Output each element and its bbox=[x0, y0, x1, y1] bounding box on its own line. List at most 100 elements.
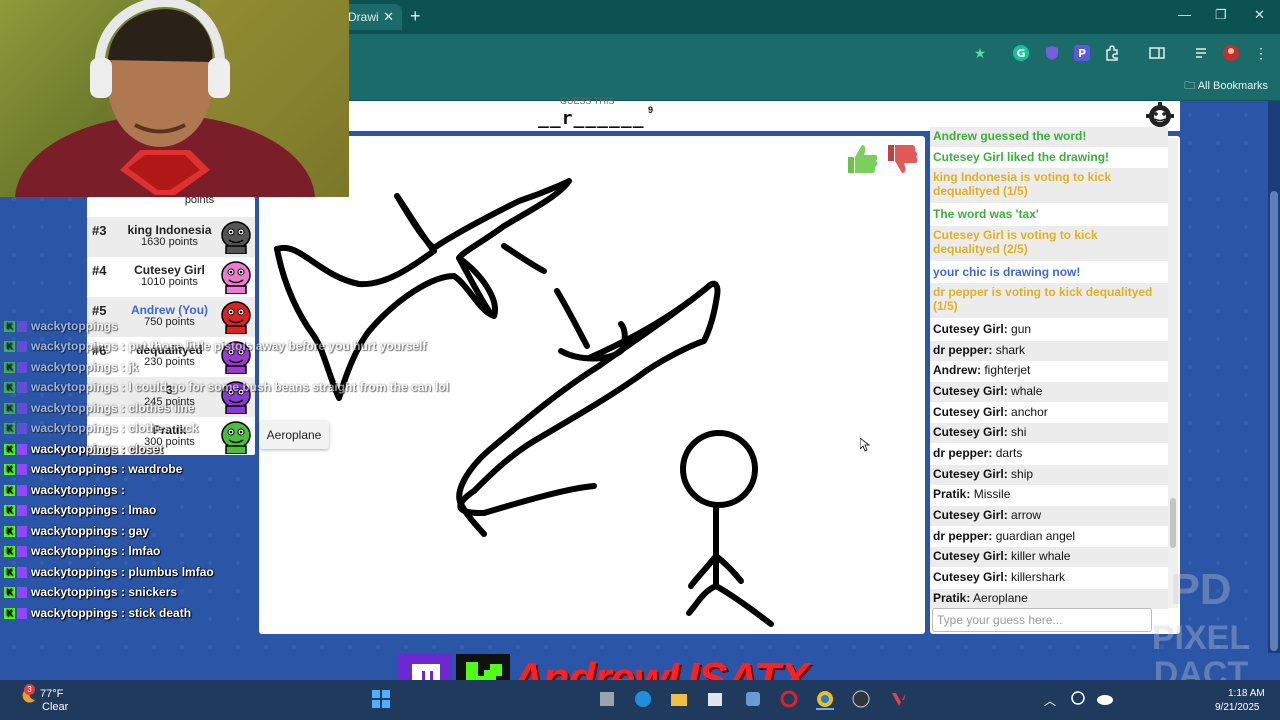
clock-time[interactable]: 1:18 AM bbox=[1228, 688, 1265, 699]
browser-tab[interactable]: Drawi ✕ bbox=[340, 4, 402, 30]
stream-chat-line: Kwackytoppings : I could go for some bus… bbox=[4, 380, 449, 394]
chat-message: Andrew: fighterjet bbox=[930, 361, 1168, 381]
maximize-button[interactable]: ❐ bbox=[1215, 7, 1227, 23]
clock-date[interactable]: 9/21/2025 bbox=[1215, 702, 1260, 713]
system-message-text: Cutesey Girl liked the drawing! bbox=[933, 150, 1110, 164]
stream-chat-text: : closet bbox=[121, 441, 164, 456]
opera-icon[interactable] bbox=[780, 690, 798, 708]
chat-username: Cutesey Girl: bbox=[933, 549, 1008, 563]
browser-menu-icon[interactable]: ⋮ bbox=[1252, 44, 1270, 62]
tray-sync-icon[interactable] bbox=[1070, 690, 1086, 706]
chat-message: Cutesey Girl: arrow bbox=[930, 506, 1168, 526]
minimize-button[interactable]: — bbox=[1178, 7, 1191, 22]
file-explorer-icon[interactable] bbox=[670, 690, 688, 708]
chat-guess-text: Aeroplane bbox=[973, 591, 1028, 605]
twitch-icon bbox=[17, 361, 27, 373]
chat-message: king Indonesia is voting to kick dequali… bbox=[930, 168, 1168, 203]
chat-username: Cutesey Girl: bbox=[933, 570, 1008, 584]
weather-icon[interactable]: 3 bbox=[18, 684, 38, 706]
chat-message: dr pepper is voting to kick dequalityed … bbox=[930, 283, 1168, 318]
close-window-button[interactable]: ✕ bbox=[1254, 7, 1265, 23]
player-row[interactable]: #4 Cutesey Girl 1010 points bbox=[87, 257, 255, 297]
kick-icon: K bbox=[4, 566, 15, 578]
system-message-text: The word was 'tax' bbox=[933, 207, 1039, 221]
weather-temp: 77°F bbox=[40, 688, 64, 700]
taskbar-app-icon[interactable] bbox=[598, 690, 616, 708]
chat-username: Pratik: bbox=[933, 487, 971, 501]
chat-guess-text: darts bbox=[995, 446, 1023, 460]
chat-username: Andrew: bbox=[933, 363, 981, 377]
media-control-icon[interactable] bbox=[1193, 44, 1211, 62]
twitch-icon bbox=[17, 423, 27, 435]
bookmark-star-icon[interactable]: ★ bbox=[971, 44, 989, 62]
player-avatar bbox=[220, 260, 252, 295]
webcam-overlay bbox=[0, 0, 349, 197]
stream-chat-user: wackytoppings bbox=[31, 400, 118, 415]
stream-chat-line: Kwackytoppings : plumbus lmfao bbox=[4, 565, 214, 579]
stream-chat-user: wackytoppings bbox=[31, 523, 118, 538]
chat-username: Cutesey Girl: bbox=[933, 322, 1008, 336]
player-row[interactable]: #3 king Indonesia 1630 points bbox=[87, 217, 255, 257]
guess-tooltip: Aeroplane bbox=[259, 421, 329, 449]
player-name: king Indonesia bbox=[127, 223, 212, 237]
thumbs-up-icon[interactable] bbox=[844, 141, 880, 177]
shield-extension-icon[interactable] bbox=[1043, 44, 1061, 62]
kick-icon: K bbox=[4, 321, 15, 333]
stream-chat-user: wackytoppings bbox=[31, 462, 118, 476]
weather-condition: Clear bbox=[42, 701, 69, 713]
extensions-puzzle-icon[interactable] bbox=[1103, 44, 1121, 62]
new-tab-button[interactable]: + bbox=[410, 6, 421, 27]
chat-username: Cutesey Girl: bbox=[933, 425, 1008, 439]
obs-icon[interactable] bbox=[852, 690, 870, 708]
store-icon[interactable] bbox=[706, 690, 724, 708]
twitch-icon bbox=[17, 587, 27, 599]
guess-input[interactable]: Type your guess here... bbox=[932, 608, 1152, 632]
chat-message: Cutesey Girl liked the drawing! bbox=[930, 148, 1168, 168]
system-message-text: Cutesey Girl is voting to kick dequality… bbox=[933, 228, 1098, 256]
chat-message: Cutesey Girl: shi bbox=[930, 423, 1168, 443]
tray-chevron-up-icon[interactable]: ︿ bbox=[1044, 692, 1056, 709]
chat-scrollbar[interactable] bbox=[1168, 138, 1178, 608]
chat-guess-text: killer whale bbox=[1011, 549, 1071, 563]
windows-start-icon[interactable] bbox=[372, 690, 390, 708]
twitch-icon bbox=[17, 402, 27, 414]
chat-username: dr pepper: bbox=[933, 446, 993, 460]
side-panel-icon[interactable] bbox=[1148, 44, 1166, 62]
player-points: 1630 points bbox=[141, 236, 198, 248]
grammarly-extension-icon[interactable]: G bbox=[1012, 44, 1030, 62]
tab-close-icon[interactable]: ✕ bbox=[383, 4, 394, 30]
thumbs-down-icon[interactable] bbox=[884, 141, 920, 177]
stream-chat-line: Kwackytoppings : gay bbox=[4, 524, 149, 538]
valorant-icon[interactable] bbox=[890, 690, 908, 708]
stream-chat-line: Kwackytoppings : stick death bbox=[4, 606, 191, 620]
edge-browser-icon[interactable] bbox=[634, 690, 652, 708]
onedrive-cloud-icon[interactable] bbox=[1096, 690, 1114, 706]
stream-chat-text: : put those little pistols away before y… bbox=[121, 339, 427, 353]
chat-guess-text: Missile bbox=[973, 487, 1011, 501]
stream-chat-text: : wardrobe bbox=[121, 462, 183, 476]
word-hint: __r______ bbox=[538, 108, 645, 129]
taskbar-app-icon[interactable] bbox=[744, 690, 762, 708]
chat-scrollbar-thumb[interactable] bbox=[1170, 498, 1176, 548]
stream-chat-line: Kwackytoppings : clothes line bbox=[4, 401, 194, 415]
chat-guess-text: killershark bbox=[1011, 570, 1066, 584]
stream-chat-text: : gay bbox=[121, 523, 150, 538]
settings-gear-icon[interactable] bbox=[1143, 102, 1177, 130]
kick-icon: K bbox=[4, 402, 15, 414]
chat-message: Pratik: Missile bbox=[930, 485, 1168, 505]
all-bookmarks-button[interactable]: 🗀 All Bookmarks bbox=[1184, 77, 1268, 96]
chat-message: dr pepper: darts bbox=[930, 444, 1168, 464]
chat-username: Cutesey Girl: bbox=[933, 405, 1008, 419]
chat-username: dr pepper: bbox=[933, 529, 993, 543]
chrome-icon[interactable] bbox=[816, 690, 834, 710]
chat-guess-text: fighterjet bbox=[984, 363, 1031, 377]
word-length: 9 bbox=[648, 105, 654, 115]
chat-username: Cutesey Girl: bbox=[933, 508, 1008, 522]
chat-username: Cutesey Girl: bbox=[933, 467, 1008, 481]
mouse-cursor-icon bbox=[859, 437, 871, 452]
player-name: Cutesey Girl bbox=[134, 263, 205, 277]
chat-guess-text: arrow bbox=[1011, 508, 1042, 522]
p-extension-icon[interactable]: P bbox=[1073, 44, 1091, 62]
stream-chat-line: Kwackytoppings : snickers bbox=[4, 585, 177, 599]
profile-avatar-icon[interactable] bbox=[1222, 44, 1240, 62]
